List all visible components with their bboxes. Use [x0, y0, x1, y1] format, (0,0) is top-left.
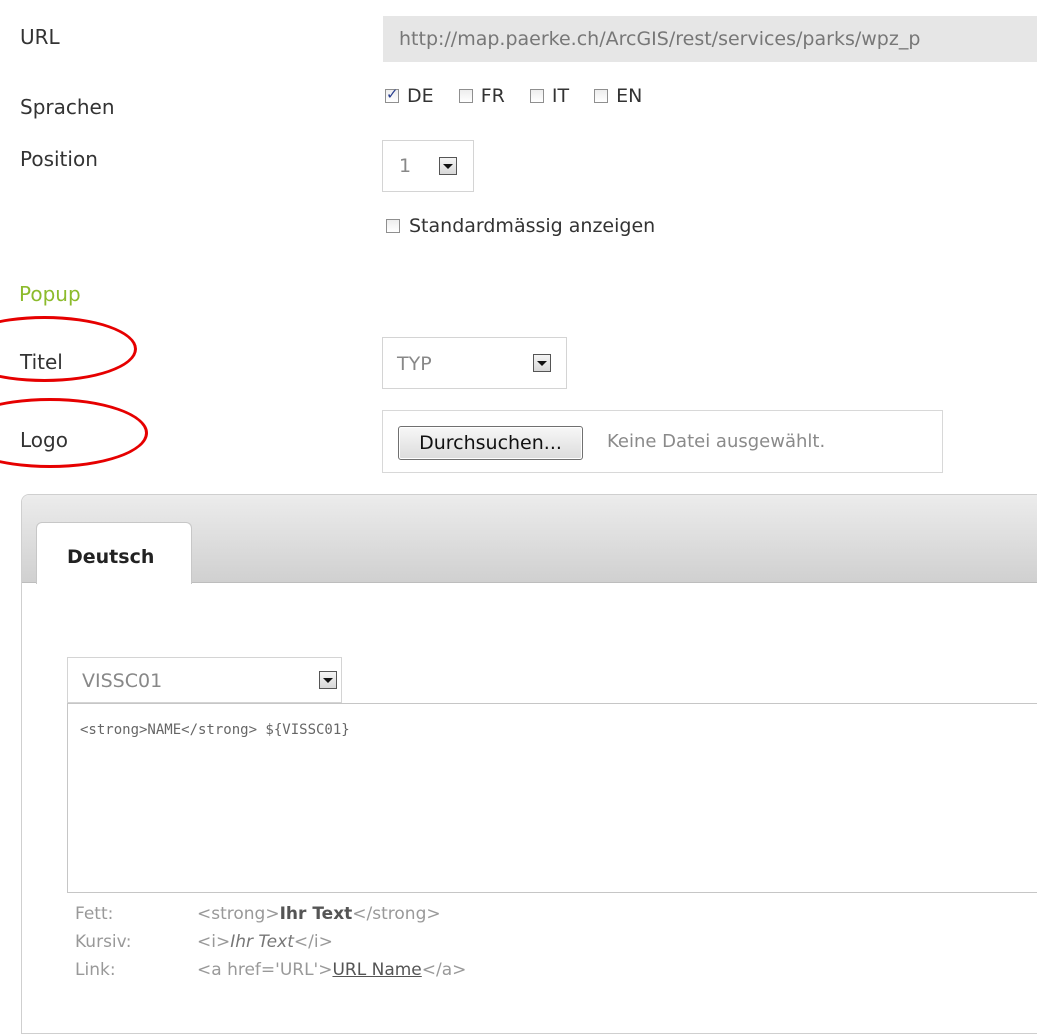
title-select[interactable]: TYP	[382, 337, 567, 389]
chevron-down-icon[interactable]	[319, 671, 337, 689]
checkbox-it[interactable]	[529, 89, 544, 103]
help-link: Link: <a href='URL'>URL Name</a>	[75, 960, 675, 984]
help-italic-sample: Ihr Text	[230, 932, 294, 952]
title-select-value: TYP	[397, 353, 432, 375]
logo-file-input: Durchsuchen... Keine Datei ausgewählt.	[382, 410, 943, 473]
help-italic-label: Kursiv:	[75, 932, 132, 952]
position-select[interactable]: 1	[382, 140, 474, 192]
annotation-circle-title	[0, 316, 137, 382]
field-select-value: VISSC01	[82, 670, 163, 692]
help-italic-example: <i>Ihr Text</i>	[197, 932, 333, 952]
field-select[interactable]: VISSC01	[67, 657, 342, 703]
checkbox-fr[interactable]	[458, 89, 473, 103]
help-link-example: <a href='URL'>URL Name</a>	[197, 960, 466, 980]
no-file-text: Keine Datei ausgewählt.	[607, 431, 826, 452]
checkbox-default-display[interactable]	[386, 219, 400, 233]
language-code-fr: FR	[480, 85, 505, 107]
language-code-de: DE	[407, 85, 434, 107]
languages-label: Sprachen	[20, 95, 115, 119]
checkbox-de[interactable]	[385, 85, 399, 103]
language-option-de[interactable]: DE	[385, 85, 434, 107]
position-label: Position	[20, 147, 98, 171]
language-tabs-panel: Deutsch VISSC01 <strong>NAME</strong> ${…	[21, 494, 1037, 1034]
help-link-prefix: <a href='URL'>	[197, 960, 333, 980]
language-option-it[interactable]: IT	[529, 85, 570, 107]
browse-button[interactable]: Durchsuchen...	[398, 426, 583, 460]
language-code-it: IT	[551, 85, 570, 107]
language-option-fr[interactable]: FR	[458, 85, 505, 107]
annotation-circle-logo	[0, 398, 148, 468]
help-bold-label: Fett:	[75, 904, 114, 924]
popup-section-title: Popup	[19, 282, 81, 306]
language-option-en[interactable]: EN	[594, 85, 642, 107]
help-italic: Kursiv: <i>Ihr Text</i>	[75, 932, 675, 956]
help-bold-prefix: <strong>	[197, 904, 280, 924]
help-italic-suffix: </i>	[293, 932, 333, 952]
chevron-down-icon[interactable]	[533, 354, 551, 372]
help-bold-sample: Ihr Text	[279, 904, 353, 924]
checkbox-en[interactable]	[594, 89, 609, 103]
url-field: http://map.paerke.ch/ArcGIS/rest/service…	[383, 16, 1037, 62]
chevron-down-icon[interactable]	[439, 157, 457, 175]
help-italic-prefix: <i>	[197, 932, 231, 952]
default-display-label: Standardmässig anzeigen	[409, 215, 656, 237]
help-link-sample: URL Name	[332, 960, 422, 980]
help-bold-suffix: </strong>	[352, 904, 441, 924]
tab-deutsch[interactable]: Deutsch	[36, 522, 192, 584]
language-code-en: EN	[616, 85, 643, 107]
language-checkbox-group: DE FR IT EN	[385, 85, 661, 108]
default-display-option[interactable]: Standardmässig anzeigen	[386, 215, 655, 237]
popup-template-editor[interactable]: <strong>NAME</strong> ${VISSC01}	[67, 703, 1037, 893]
help-link-suffix: </a>	[421, 960, 467, 980]
help-bold: Fett: <strong>Ihr Text</strong>	[75, 904, 675, 928]
position-value: 1	[399, 155, 412, 177]
help-link-label: Link:	[75, 960, 116, 980]
help-bold-example: <strong>Ihr Text</strong>	[197, 904, 441, 924]
url-label: URL	[20, 25, 60, 49]
